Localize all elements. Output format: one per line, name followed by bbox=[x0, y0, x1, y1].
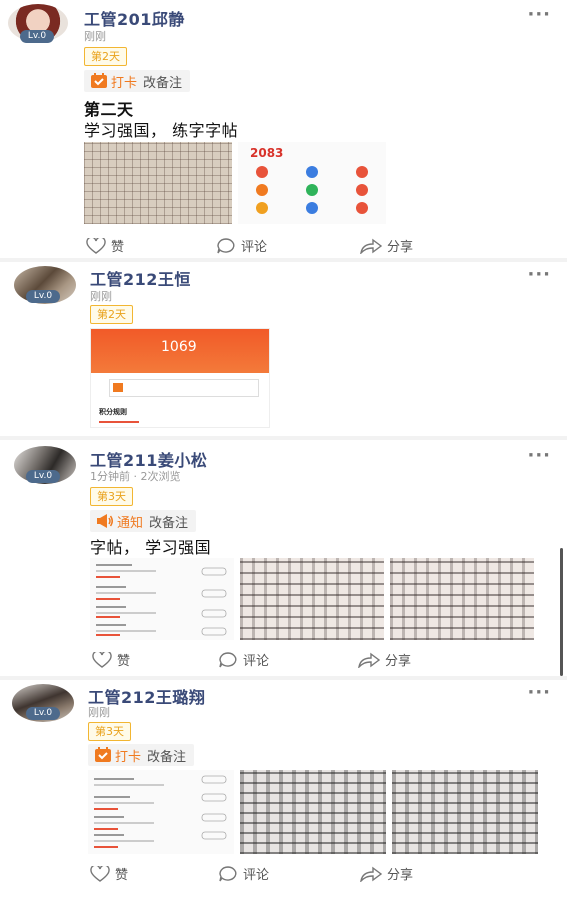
pill-label: 打卡 bbox=[111, 75, 138, 91]
post-card: Lv.0 工管212王恒 ··· 刚刚 第2天 1069 积分规则 bbox=[0, 262, 567, 438]
checkin-calendar-icon bbox=[90, 73, 108, 89]
edit-note-link[interactable]: 改备注 bbox=[147, 746, 186, 765]
comment-icon bbox=[219, 651, 237, 667]
checkin-calendar-icon bbox=[94, 747, 112, 763]
checkin-pill[interactable]: 打卡 改备注 bbox=[88, 744, 195, 766]
share-button[interactable]: 分享 bbox=[360, 864, 413, 883]
like-label: 赞 bbox=[117, 654, 131, 669]
comment-icon bbox=[217, 237, 235, 253]
share-button[interactable]: 分享 bbox=[360, 236, 413, 255]
handwriting-photo[interactable] bbox=[390, 558, 534, 640]
post-time: 刚刚 bbox=[88, 706, 110, 719]
handwriting-photo[interactable] bbox=[392, 770, 538, 854]
post-card: Lv.0 工管212王璐翔 ··· 刚刚 第3天 打卡 改备注 赞 评论 分享 bbox=[0, 680, 567, 901]
comment-icon bbox=[219, 865, 237, 881]
day-tag: 第2天 bbox=[84, 47, 127, 66]
more-options-icon[interactable]: ··· bbox=[527, 445, 551, 466]
post-time: 1分钟前 · 2次浏览 bbox=[90, 470, 181, 483]
user-name[interactable]: 工管201邱静 bbox=[84, 6, 185, 30]
pill-label: 通知 bbox=[117, 515, 144, 531]
heart-icon bbox=[90, 865, 110, 882]
comment-button[interactable]: 评论 bbox=[218, 864, 269, 883]
share-icon bbox=[360, 866, 382, 882]
comment-label: 评论 bbox=[243, 868, 270, 883]
app-points-screenshot[interactable]: 1069 积分规则 bbox=[90, 328, 270, 428]
share-icon bbox=[360, 238, 382, 254]
post-time: 刚刚 bbox=[84, 30, 106, 43]
share-button[interactable]: 分享 bbox=[358, 650, 411, 669]
handwriting-photo[interactable] bbox=[240, 558, 384, 640]
comment-label: 评论 bbox=[241, 240, 268, 255]
level-badge: Lv.0 bbox=[20, 30, 54, 43]
app-score-screenshot[interactable]: 2083 bbox=[238, 142, 386, 224]
post-card: Lv.0 工管211姜小松 ··· 1分钟前 · 2次浏览 第3天 通知 改备注… bbox=[0, 440, 567, 680]
post-text-line: 字帖， 学习强国 bbox=[90, 538, 212, 557]
scrollbar[interactable] bbox=[560, 548, 563, 676]
share-label: 分享 bbox=[387, 240, 414, 255]
share-icon bbox=[358, 652, 380, 668]
checkin-pill[interactable]: 打卡 改备注 bbox=[84, 70, 191, 92]
handwriting-grid-photo[interactable] bbox=[84, 142, 232, 224]
level-badge: Lv.0 bbox=[26, 470, 60, 483]
more-options-icon[interactable]: ··· bbox=[527, 264, 551, 285]
handwriting-photo[interactable] bbox=[240, 770, 386, 854]
day-tag: 第2天 bbox=[90, 305, 133, 324]
level-badge: Lv.0 bbox=[26, 707, 60, 720]
points-rules-label: 积分规则 bbox=[99, 408, 127, 416]
like-button[interactable]: 赞 bbox=[92, 650, 130, 669]
share-label: 分享 bbox=[385, 654, 412, 669]
app-task-list-screenshot[interactable] bbox=[90, 558, 234, 640]
points-value: 1069 bbox=[161, 339, 197, 355]
day-tag: 第3天 bbox=[88, 722, 131, 741]
notice-pill[interactable]: 通知 改备注 bbox=[90, 510, 197, 532]
heart-icon bbox=[92, 651, 112, 668]
comment-label: 评论 bbox=[243, 654, 270, 669]
post-text-line: 学习强国， 练字字帖 bbox=[84, 121, 239, 140]
comment-button[interactable]: 评论 bbox=[216, 236, 267, 255]
more-options-icon[interactable]: ··· bbox=[527, 4, 551, 25]
like-label: 赞 bbox=[111, 240, 125, 255]
heart-icon bbox=[86, 237, 106, 254]
megaphone-icon bbox=[96, 513, 114, 529]
like-button[interactable]: 赞 bbox=[90, 864, 128, 883]
edit-note-link[interactable]: 改备注 bbox=[149, 512, 188, 531]
pill-label: 打卡 bbox=[115, 749, 142, 765]
comment-button[interactable]: 评论 bbox=[218, 650, 269, 669]
like-button[interactable]: 赞 bbox=[86, 236, 124, 255]
more-options-icon[interactable]: ··· bbox=[527, 682, 551, 703]
app-task-list-screenshot[interactable] bbox=[88, 770, 234, 854]
user-name[interactable]: 工管212王恒 bbox=[90, 266, 191, 290]
edit-note-link[interactable]: 改备注 bbox=[143, 72, 182, 91]
post-time: 刚刚 bbox=[90, 290, 112, 303]
level-badge: Lv.0 bbox=[26, 290, 60, 303]
like-label: 赞 bbox=[115, 868, 129, 883]
day-tag: 第3天 bbox=[90, 487, 133, 506]
post-card: Lv.0 工管201邱静 ··· 刚刚 第2天 打卡 改备注 第二天 学习强国，… bbox=[0, 0, 567, 262]
share-label: 分享 bbox=[387, 868, 414, 883]
